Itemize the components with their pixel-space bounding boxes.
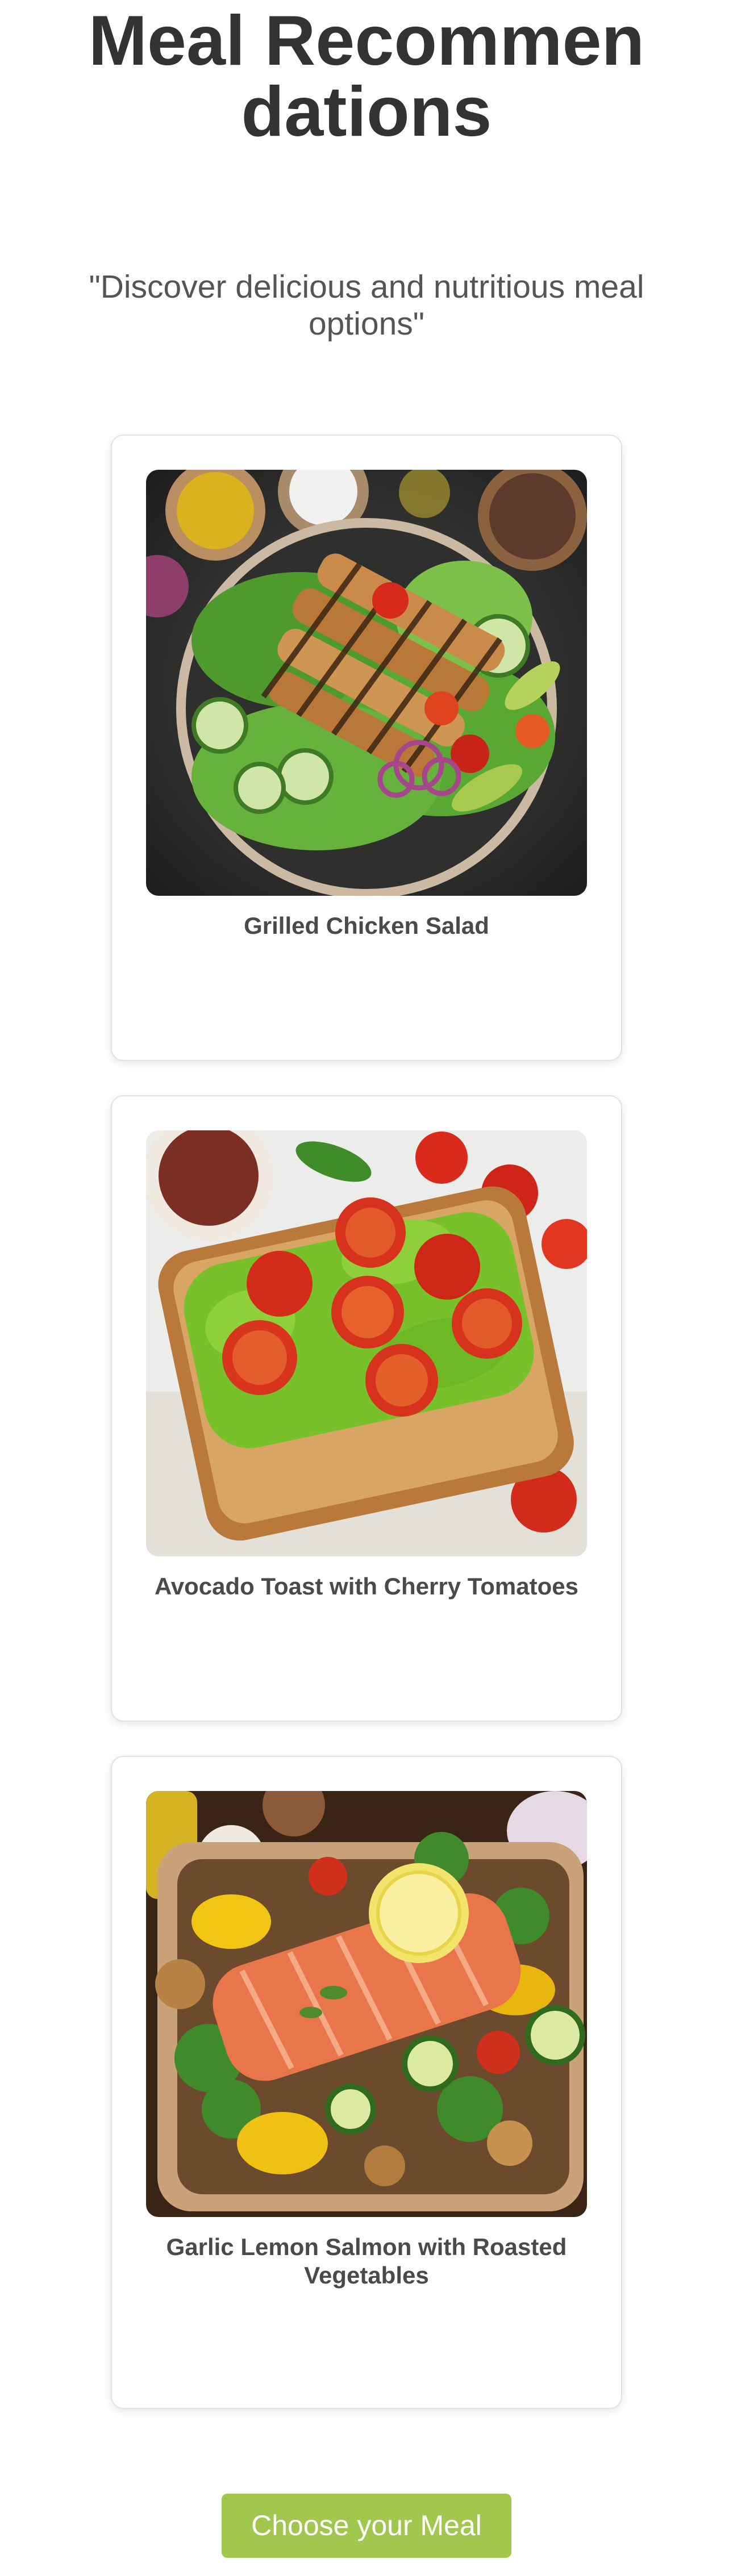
- meal-image: [146, 1130, 587, 1556]
- avocado-toast-photo: [146, 1130, 587, 1556]
- page-subtitle: "Discover delicious and nutritious meal …: [89, 269, 644, 342]
- meal-card-garlic-lemon-salmon[interactable]: Garlic Lemon Salmon with Roasted Vegetab…: [111, 1756, 622, 2409]
- meal-recommendations-page: Meal Recommendations "Discover delicious…: [0, 0, 733, 2576]
- meal-name: Grilled Chicken Salad: [244, 912, 489, 939]
- salmon-vegetables-photo: [146, 1791, 587, 2217]
- meal-name: Garlic Lemon Salmon with Roasted Vegetab…: [166, 2233, 567, 2289]
- meal-name: Avocado Toast with Cherry Tomatoes: [154, 1573, 578, 1600]
- meal-card-avocado-toast[interactable]: Avocado Toast with Cherry Tomatoes: [111, 1095, 622, 1722]
- page-title: Meal Recommendations: [88, 2, 645, 151]
- choose-meal-button[interactable]: Choose your Meal: [222, 2494, 511, 2558]
- grilled-chicken-salad-photo: [146, 470, 587, 896]
- meal-card-grilled-chicken-salad[interactable]: Grilled Chicken Salad: [111, 435, 622, 1061]
- meal-image: [146, 1791, 587, 2217]
- meal-image: [146, 470, 587, 896]
